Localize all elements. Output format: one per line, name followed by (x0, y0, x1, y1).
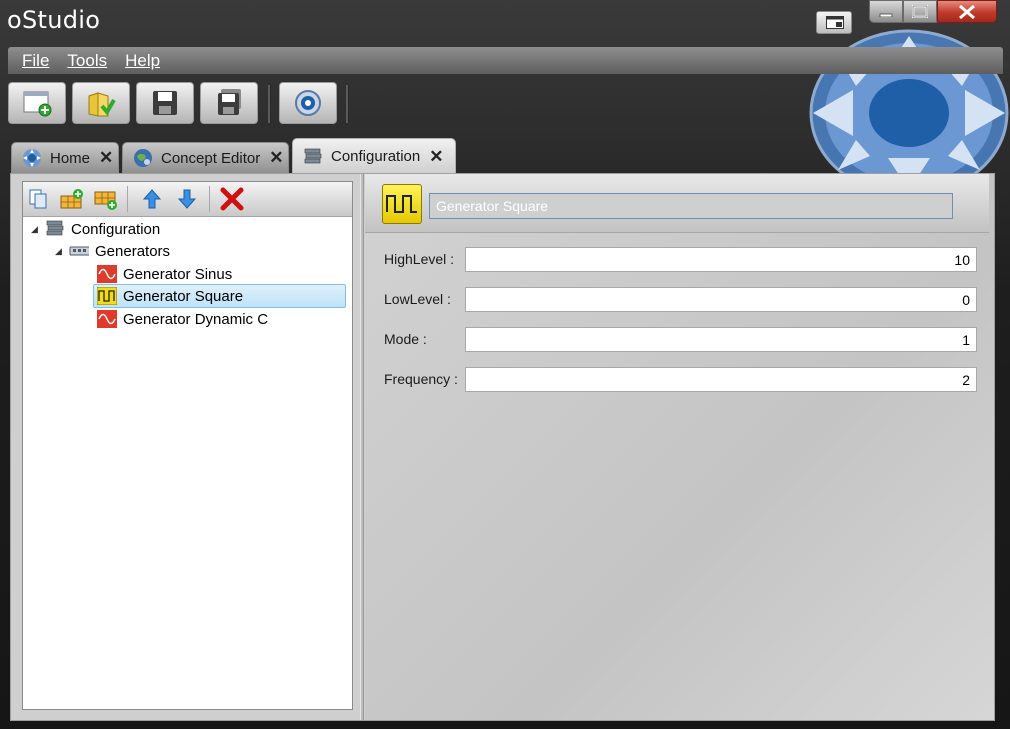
close-icon (959, 4, 975, 19)
lowlevel-input[interactable] (465, 287, 977, 312)
frequency-input[interactable] (465, 367, 977, 392)
configuration-icon (45, 220, 65, 238)
tree-node-generator-dynamic[interactable]: Generator Dynamic C (93, 308, 272, 330)
open-folder-icon (88, 92, 116, 117)
tree-node-label: Configuration (71, 220, 161, 238)
tab-configuration[interactable]: Configuration ✕ (292, 138, 456, 174)
tree-node-label: Generators (95, 242, 171, 260)
lowlevel-label: LowLevel : (384, 291, 451, 307)
maximize-button[interactable] (903, 0, 937, 23)
move-up-icon (142, 189, 162, 209)
tab-concept-editor[interactable]: Concept Editor ✕ (122, 142, 289, 173)
menu-bar: File Tools Help (8, 47, 1003, 74)
configuration-icon (304, 148, 322, 163)
delete-button[interactable] (220, 187, 244, 211)
save-all-button[interactable] (200, 82, 258, 124)
tree-node-label: Generator Dynamic C (123, 310, 269, 328)
tree-toolbar-separator (209, 186, 210, 212)
configuration-tree-panel: ◢ Configuration ◢ Generators Generator S… (22, 181, 353, 710)
minimize-button[interactable] (869, 0, 903, 23)
copy-button[interactable] (26, 187, 50, 211)
tree-node-generator-square[interactable]: Generator Square (93, 284, 346, 308)
tree-toolbar (23, 182, 352, 217)
maximize-icon (912, 5, 928, 18)
app-title: oStudio (7, 6, 101, 34)
save-icon (153, 91, 177, 115)
square-wave-icon (382, 184, 422, 224)
save-all-icon (218, 89, 241, 115)
highlevel-input[interactable] (465, 247, 977, 272)
expand-arrow-icon[interactable]: ◢ (55, 246, 69, 257)
window-controls (869, 0, 997, 25)
highlevel-label: HighLevel : (384, 251, 455, 267)
frequency-label: Frequency : (384, 371, 458, 387)
toolbar-separator (268, 85, 271, 123)
home-icon (23, 149, 41, 167)
delete-icon (220, 187, 244, 211)
close-button[interactable] (937, 0, 997, 23)
square-wave-icon (97, 287, 117, 305)
add-group-icon (60, 189, 83, 209)
close-icon[interactable]: ✕ (99, 148, 113, 168)
expand-arrow-icon[interactable]: ◢ (31, 224, 45, 235)
add-group-button[interactable] (60, 187, 84, 211)
add-item-icon (94, 191, 117, 210)
tab-label: Home (50, 149, 91, 167)
new-button[interactable] (8, 82, 66, 124)
move-up-button[interactable] (140, 187, 164, 211)
content-area: ◢ Configuration ◢ Generators Generator S… (10, 173, 995, 721)
sine-wave-icon (97, 265, 117, 283)
tree-node-generator-sinus[interactable]: Generator Sinus (93, 263, 236, 285)
save-button[interactable] (136, 82, 194, 124)
copy-icon (29, 189, 47, 209)
toolbar-separator (346, 85, 349, 123)
tab-label: Configuration (331, 148, 421, 165)
menu-help[interactable]: Help (125, 51, 160, 71)
move-down-button[interactable] (175, 187, 199, 211)
generator-name-input[interactable] (429, 193, 953, 219)
tree-node-configuration[interactable]: ◢ Configuration (31, 218, 160, 240)
menu-tools[interactable]: Tools (67, 51, 107, 71)
open-button[interactable] (72, 82, 130, 124)
close-icon[interactable]: ✕ (269, 148, 283, 168)
new-document-icon (23, 91, 52, 117)
globe-icon (134, 149, 152, 167)
mode-input[interactable] (465, 327, 977, 352)
menu-file[interactable]: File (22, 51, 49, 71)
add-item-button[interactable] (94, 187, 118, 211)
settings-icon (295, 90, 321, 116)
panel-splitter[interactable] (360, 174, 364, 720)
tree-node-label: Generator Sinus (123, 265, 233, 283)
mode-label: Mode : (384, 331, 427, 347)
tree-node-generators[interactable]: ◢ Generators (55, 240, 170, 262)
close-icon[interactable]: ✕ (429, 147, 443, 167)
tab-label: Concept Editor (161, 149, 261, 167)
move-down-icon (177, 189, 197, 209)
minimize-icon (879, 13, 893, 17)
tree-node-label: Generator Square (123, 287, 244, 305)
detail-header (365, 174, 989, 233)
settings-button[interactable] (279, 82, 337, 124)
sine-wave-icon (97, 310, 117, 328)
tab-home[interactable]: Home ✕ (11, 142, 119, 173)
generators-icon (69, 242, 89, 260)
tree-toolbar-separator (127, 186, 128, 212)
detail-panel: HighLevel : LowLevel : Mode : Frequency … (365, 174, 994, 720)
